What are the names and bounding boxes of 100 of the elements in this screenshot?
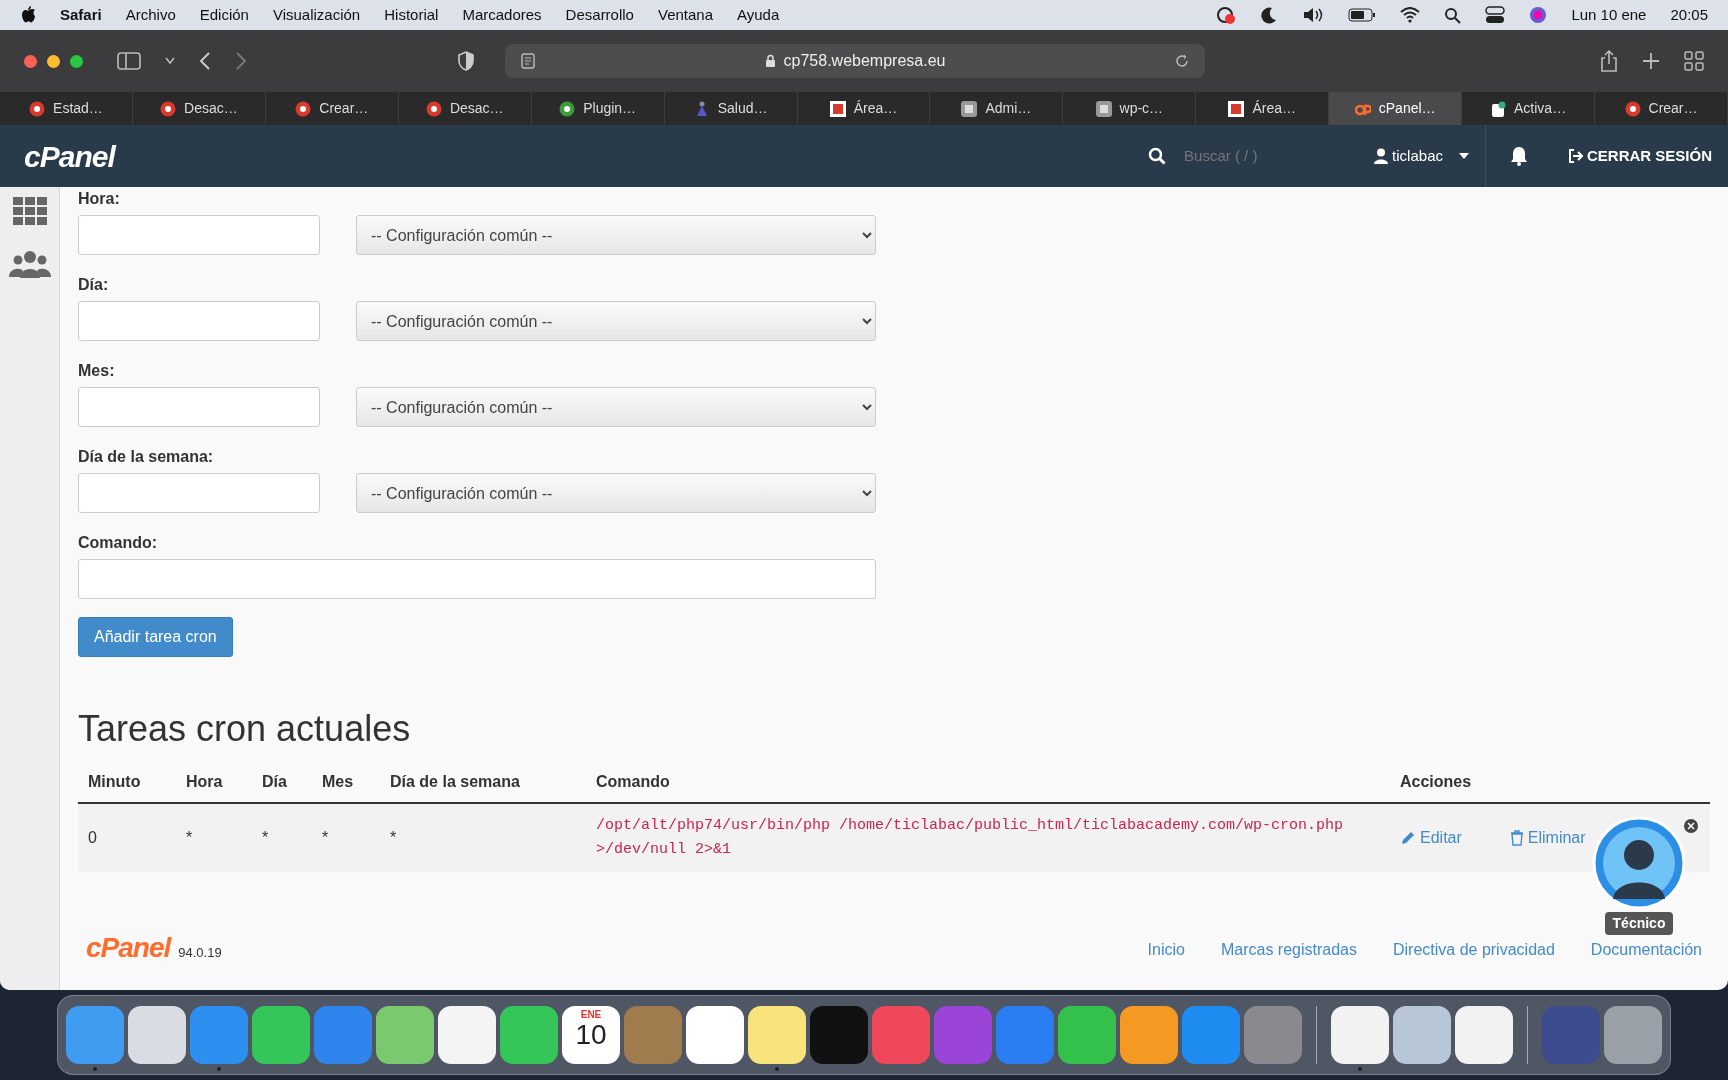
volume-icon[interactable] <box>1302 6 1325 24</box>
cpanel-logo[interactable]: cPanel <box>0 133 115 179</box>
app-icon[interactable] <box>748 1006 806 1064</box>
site-icon <box>1490 100 1507 117</box>
share-icon[interactable] <box>1600 50 1618 72</box>
browser-tab[interactable]: cPanel… <box>1329 92 1463 125</box>
common-settings-select[interactable]: -- Configuración común -- <box>356 387 876 427</box>
calendar-month: ENE <box>580 1010 602 1020</box>
footer-link[interactable]: Marcas registradas <box>1220 938 1357 963</box>
common-settings-select[interactable]: -- Configuración común -- <box>356 215 876 255</box>
section-title: Tareas cron actuales <box>78 707 412 751</box>
input-field[interactable] <box>78 215 320 255</box>
table-cell: * <box>176 803 252 873</box>
footer-link[interactable]: Directiva de privacidad <box>1392 938 1555 963</box>
app-icon[interactable]: ENE 10 <box>562 1006 620 1064</box>
menu-item[interactable]: Ayuda <box>737 3 780 27</box>
caret-icon <box>1458 153 1469 159</box>
bell-icon[interactable] <box>1509 146 1528 166</box>
app-icon[interactable] <box>376 1006 434 1064</box>
tab-overview-icon[interactable] <box>1684 51 1704 71</box>
lock-icon <box>764 54 776 68</box>
search-icon[interactable] <box>1444 6 1462 24</box>
site-icon <box>1624 100 1641 117</box>
grid-icon[interactable] <box>12 197 47 225</box>
close-window-button[interactable] <box>24 54 37 68</box>
calendar-day: 10 <box>575 1020 607 1051</box>
common-settings-select[interactable]: -- Configuración común -- <box>356 473 876 513</box>
minimize-window-button[interactable] <box>47 54 60 68</box>
menu-item[interactable]: Marcadores <box>462 3 542 27</box>
site-icon <box>1095 100 1112 117</box>
app-icon[interactable] <box>1331 1006 1389 1064</box>
reload-icon[interactable] <box>1175 54 1189 68</box>
table-cell: * <box>380 803 586 873</box>
menu-item[interactable]: Desarrollo <box>565 3 634 27</box>
address-bar-url[interactable]: cp758.webempresa.eu <box>783 49 946 73</box>
menu-item[interactable]: Historial <box>384 3 439 27</box>
control-center-icon[interactable] <box>1485 6 1506 24</box>
logout-link[interactable]: CERRAR SESIÓN <box>1551 125 1728 187</box>
add-cron-button[interactable]: Añadir tarea cron <box>78 617 233 657</box>
forward-icon[interactable] <box>235 52 247 70</box>
app-icon[interactable] <box>1120 1006 1178 1064</box>
apple-icon[interactable] <box>20 6 36 24</box>
app-icon[interactable] <box>252 1006 310 1064</box>
app-icon[interactable] <box>128 1006 186 1064</box>
input-field[interactable] <box>78 387 320 427</box>
users-icon[interactable] <box>8 249 51 279</box>
search-field[interactable]: Buscar ( / ) <box>1182 143 1313 169</box>
table-cell: * <box>252 803 312 873</box>
table-cell: * <box>312 803 380 873</box>
close-icon[interactable] <box>1684 819 1698 833</box>
back-icon[interactable] <box>199 52 211 70</box>
field-label: Comando: <box>78 533 159 553</box>
user-icon <box>1374 148 1389 164</box>
menubar-date[interactable]: Lun 10 ene <box>1571 3 1647 27</box>
assistant-label: Técnico <box>1604 912 1674 935</box>
app-icon[interactable] <box>1393 1006 1451 1064</box>
menu-item[interactable]: Ventana <box>657 3 714 27</box>
pencil-icon <box>1400 830 1416 847</box>
search-icon <box>1148 147 1167 165</box>
menu-item[interactable]: Edición <box>199 3 249 27</box>
reader-icon[interactable] <box>521 53 535 69</box>
site-icon <box>829 100 846 117</box>
logout-icon <box>1567 149 1583 163</box>
site-icon <box>961 100 978 117</box>
sidebar-icon[interactable] <box>117 52 141 70</box>
site-icon <box>559 100 576 117</box>
field-label: Día: <box>78 275 110 295</box>
site-icon <box>160 100 177 117</box>
app-icon[interactable] <box>1455 1006 1513 1064</box>
wifi-icon[interactable] <box>1400 7 1421 23</box>
new-tab-icon[interactable] <box>1642 52 1660 70</box>
command-cell: /opt/alt/php74/usr/bin/php /home/ticlabac/public_html/ticlabacademy.com/wp-cron.php >/dev/null 2>&1 <box>586 803 1390 873</box>
common-settings-select[interactable]: -- Configuración común -- <box>356 301 876 341</box>
site-icon <box>29 100 46 117</box>
app-icon[interactable] <box>1058 1006 1116 1064</box>
input-field[interactable] <box>78 301 320 341</box>
menu-item[interactable]: Visualización <box>272 3 361 27</box>
zoom-window-button[interactable] <box>70 54 83 68</box>
footer-link[interactable]: Inicio <box>1147 938 1185 963</box>
command-field[interactable] <box>78 559 876 599</box>
version-text: 94.0.19 <box>178 943 222 962</box>
site-icon <box>425 100 442 117</box>
app-icon[interactable] <box>500 1006 558 1064</box>
avatar-silhouette-icon[interactable] <box>1591 815 1687 911</box>
app-menu[interactable]: Safari <box>60 3 102 27</box>
shield-icon[interactable] <box>457 51 475 71</box>
user-menu[interactable]: ticlabac <box>1358 125 1485 187</box>
menubar-time[interactable]: 20:05 <box>1670 3 1708 27</box>
field-label: Hora: <box>78 189 121 209</box>
chevron-down-icon[interactable] <box>165 57 175 65</box>
trash-icon <box>1509 830 1524 847</box>
app-icon[interactable] <box>438 1006 496 1064</box>
field-label: Mes: <box>78 361 116 381</box>
input-field[interactable] <box>78 473 320 513</box>
battery-icon[interactable] <box>1348 8 1377 22</box>
app-icon[interactable] <box>686 1006 744 1064</box>
menu-item[interactable]: Archivo <box>125 3 176 27</box>
site-icon <box>295 100 312 117</box>
moon-icon[interactable] <box>1260 6 1279 24</box>
footer-link[interactable]: Documentación <box>1590 938 1702 963</box>
